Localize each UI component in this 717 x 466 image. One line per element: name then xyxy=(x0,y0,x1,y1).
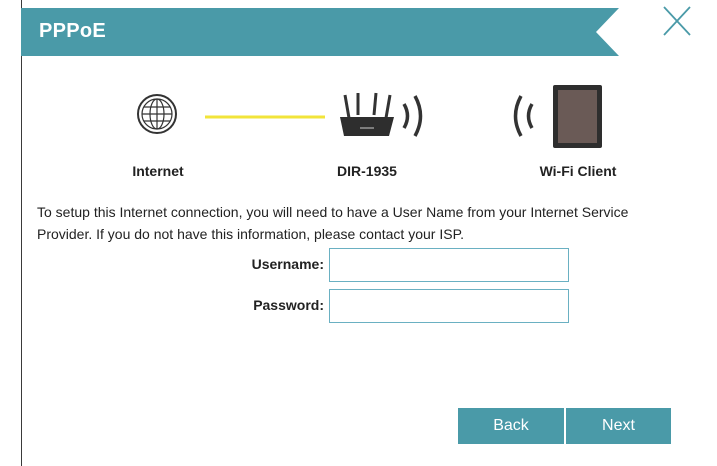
tablet-icon xyxy=(553,85,602,148)
internet-label: Internet xyxy=(132,163,184,179)
globe-icon xyxy=(137,94,177,134)
wifi-signal-icon xyxy=(402,95,423,137)
router-icon xyxy=(340,92,394,136)
username-input[interactable] xyxy=(329,248,569,282)
next-button[interactable]: Next xyxy=(566,408,671,444)
connection-diagram xyxy=(137,85,602,148)
instructions-text: To setup this Internet connection, you w… xyxy=(37,204,629,242)
username-label: Username: xyxy=(251,256,324,272)
password-input[interactable] xyxy=(329,289,569,323)
client-label: Wi-Fi Client xyxy=(539,163,617,179)
back-button[interactable]: Back xyxy=(458,408,564,444)
wifi-signal-icon xyxy=(513,95,534,137)
password-label: Password: xyxy=(253,297,324,313)
router-label: DIR-1935 xyxy=(337,163,397,179)
